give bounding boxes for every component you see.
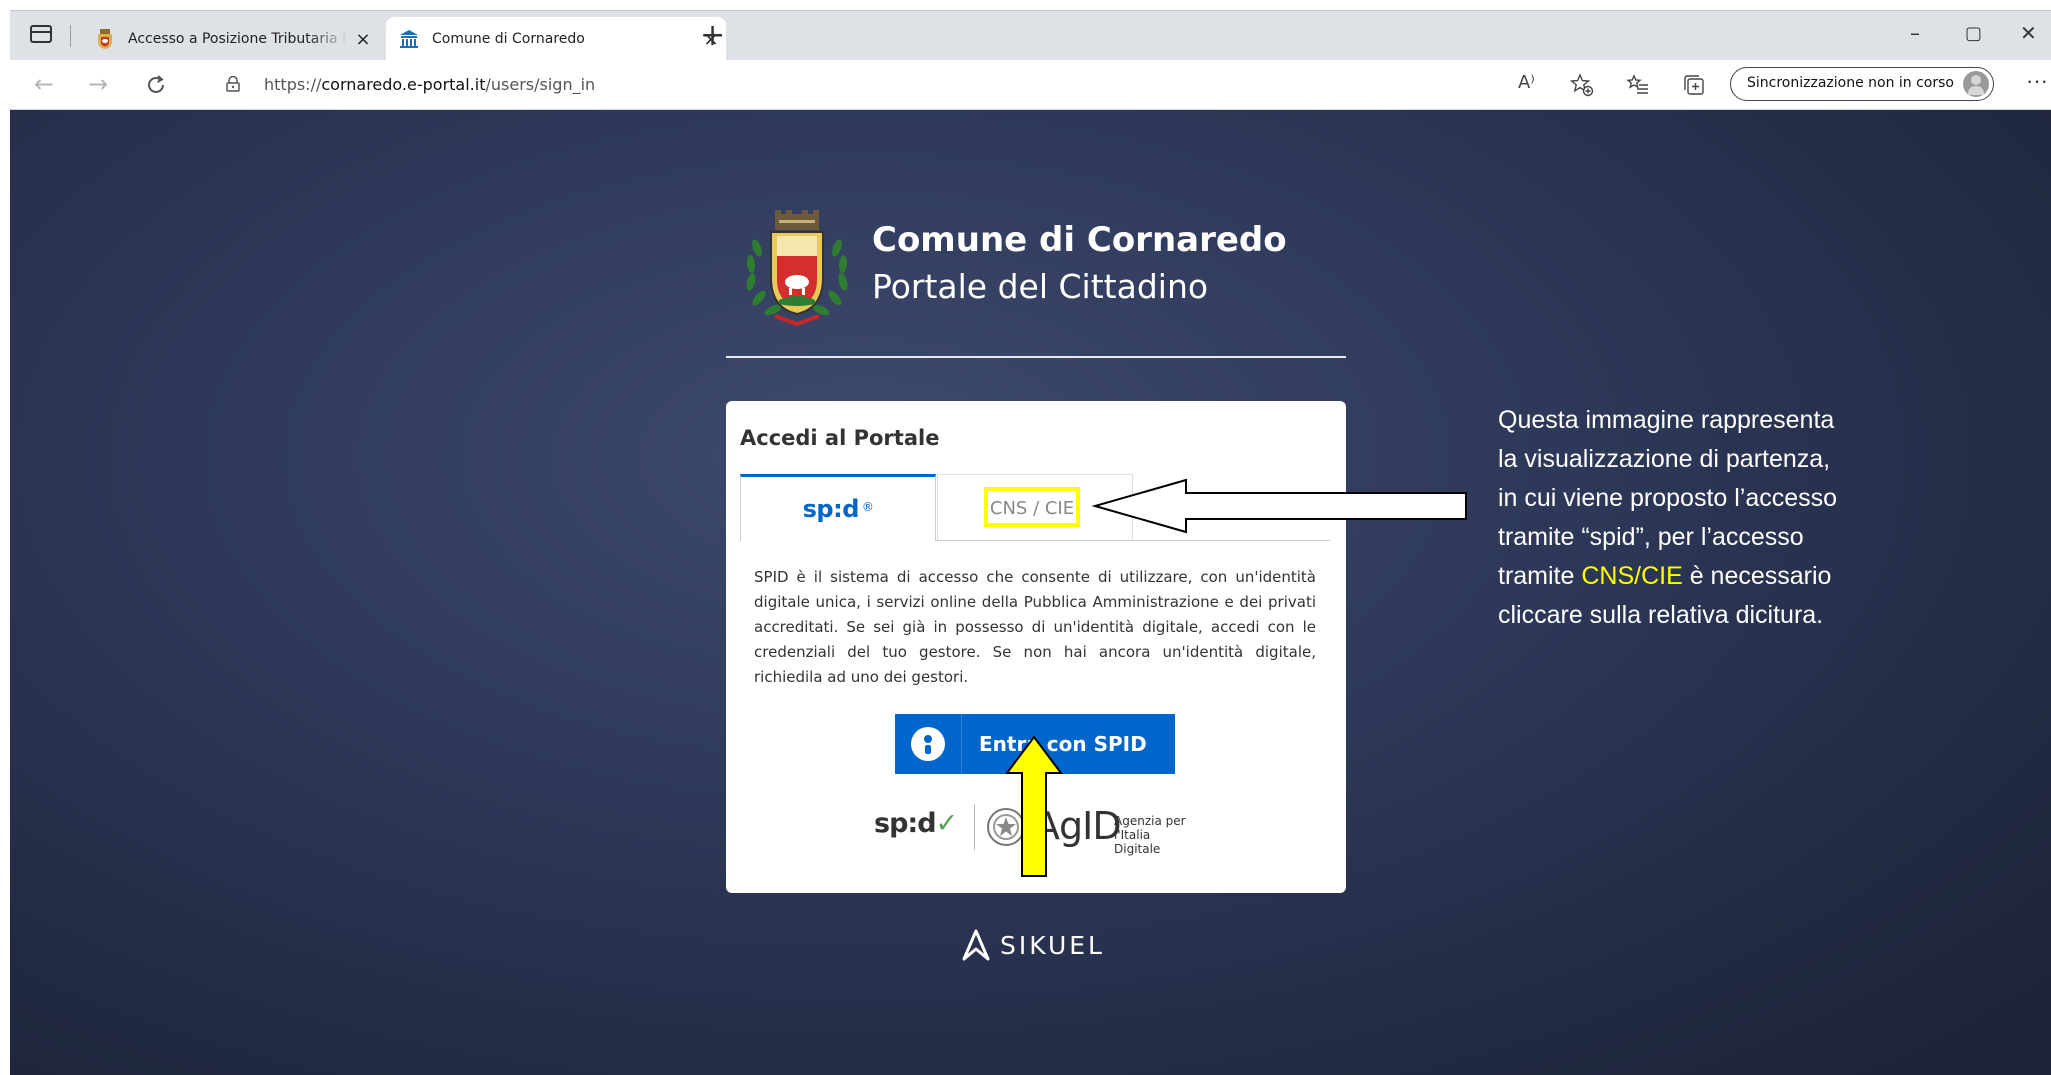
add-favorite-icon[interactable] (1570, 73, 1594, 97)
url-host: cornaredo.e-portal.it (321, 75, 486, 94)
browser-tab-strip: Accesso a Posizione Tributaria Pe × Comu… (10, 10, 2051, 61)
crest-icon (98, 29, 112, 49)
annotation-line-5-start: tramite (1498, 562, 1582, 590)
address-bar[interactable]: https://cornaredo.e-portal.it/users/sign… (202, 67, 1502, 103)
browser-toolbar: ← → https://cornaredo.e-portal.it/users/… (10, 60, 2051, 110)
annotation-line-1: Questa immagine rappresenta (1498, 406, 1835, 434)
tab-separator (70, 25, 71, 47)
tab-title: Comune di Cornaredo (432, 31, 585, 47)
tab-title: Accesso a Posizione Tributaria Pe (128, 31, 348, 47)
page-content: Comune di Cornaredo Portale del Cittadin… (10, 110, 2051, 1075)
forward-arrow-icon[interactable]: → (88, 70, 108, 98)
avatar-icon (1963, 71, 1989, 97)
new-tab-button[interactable]: + (700, 21, 725, 51)
annotation-line-3: in cui viene proposto l’accesso (1498, 484, 1838, 512)
favorites-icon[interactable] (1626, 73, 1650, 97)
annotation-line-4: tramite “spid”, per l’accesso (1498, 523, 1804, 551)
sync-profile-button[interactable]: Sincronizzazione non in corso (1730, 67, 1994, 101)
refresh-icon[interactable] (144, 73, 168, 97)
browser-tab-inactive[interactable]: Accesso a Posizione Tributaria Pe × (82, 17, 378, 61)
more-options-icon[interactable]: ··· (2026, 68, 2048, 94)
annotation-line-6: cliccare sulla relativa dicitura. (1498, 601, 1824, 629)
annotation-text: Questa immagine rappresenta la visualizz… (1498, 401, 1898, 635)
maximize-button[interactable]: ▢ (1965, 23, 1982, 44)
tab-actions-icon[interactable] (30, 25, 52, 43)
back-arrow-icon[interactable]: ← (34, 70, 54, 98)
annotation-highlight-cns-cie: CNS/CIE (1581, 562, 1683, 590)
white-arrow-to-cns (1091, 478, 1467, 534)
minimize-button[interactable]: – (1910, 21, 1920, 45)
browser-tab-active[interactable]: Comune di Cornaredo × (386, 17, 726, 61)
tab-close-icon[interactable]: × (348, 29, 378, 50)
yellow-arrow-to-spid-button (1005, 735, 1063, 877)
lock-icon[interactable] (226, 76, 240, 92)
sync-label: Sincronizzazione non in corso (1747, 75, 1954, 91)
collections-icon[interactable] (1682, 73, 1706, 97)
url-text: https://cornaredo.e-portal.it/users/sign… (264, 67, 595, 103)
close-window-button[interactable]: ✕ (2020, 21, 2037, 45)
url-prefix: https:// (264, 75, 322, 94)
bank-icon (400, 30, 418, 48)
annotation-line-2: la visualizzazione di partenza, (1498, 445, 1831, 473)
annotation-line-5-end: è necessario (1682, 562, 1832, 590)
url-path: /users/sign_in (485, 75, 596, 94)
read-aloud-icon[interactable]: A⁾ (1518, 72, 1535, 93)
